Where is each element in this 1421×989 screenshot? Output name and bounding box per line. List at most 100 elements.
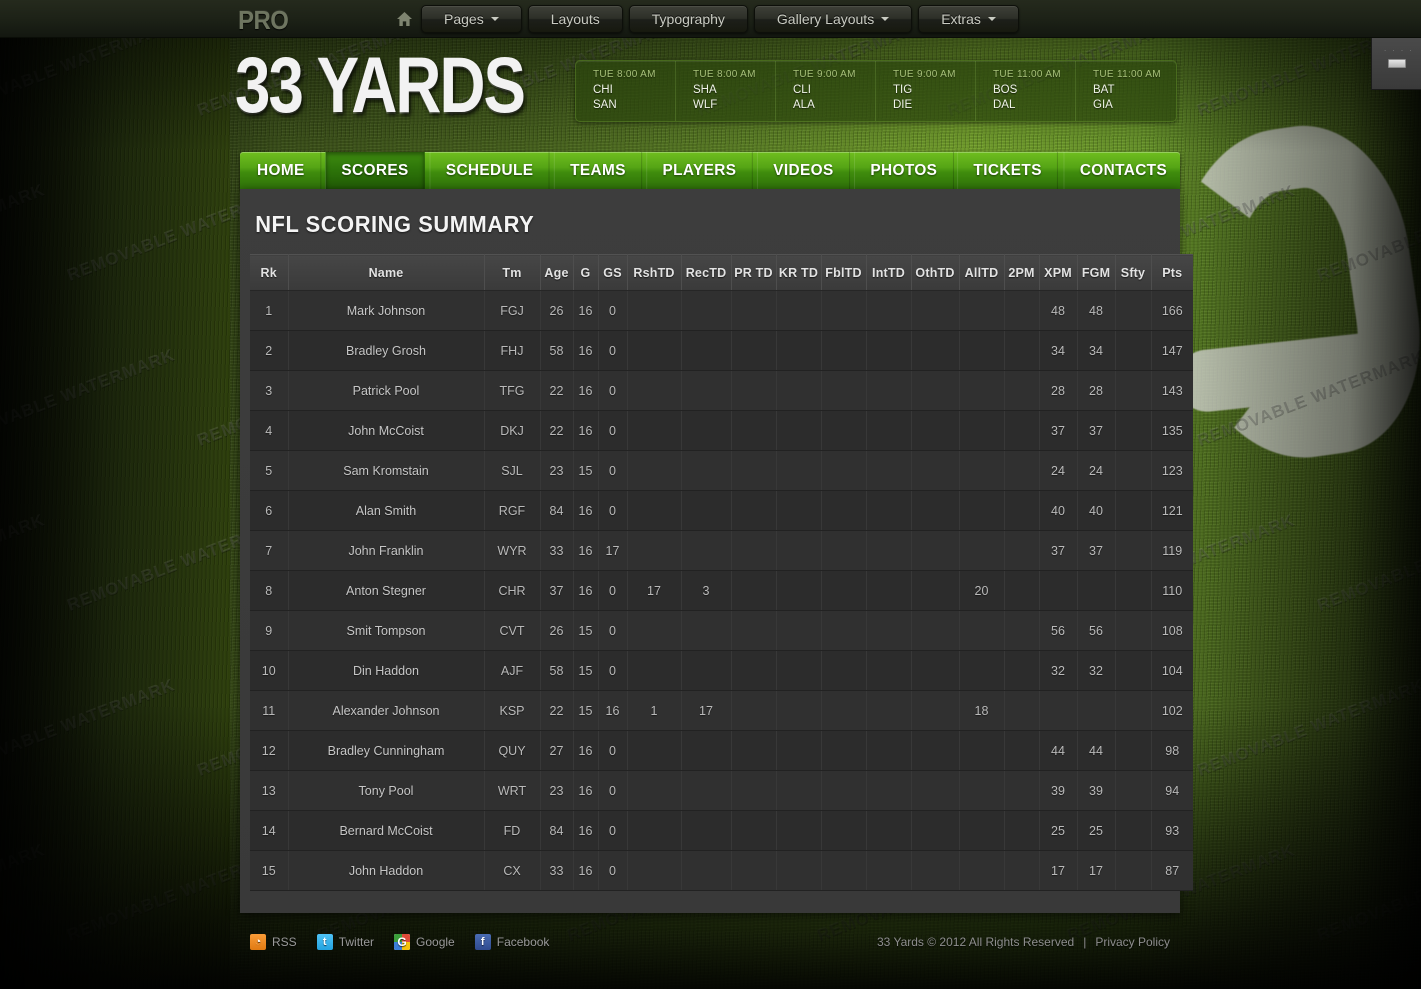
column-header-alltd[interactable]: AllTD [959,254,1005,291]
table-row[interactable]: 5 Sam Kromstain SJL 23 15 0 24 24 123 [250,450,1193,491]
scoring-summary-table: Rk Name Tm Age G GS RshTD RecTD PR TD KR TD FblTD I… [250,254,1193,891]
column-header-pts[interactable]: Pts [1151,254,1193,291]
topbar-button-extras[interactable]: Extras [918,5,1019,33]
cell-xpm: 48 [1039,290,1078,331]
column-header-pr-td[interactable]: PR TD [731,254,777,291]
nav-item-videos[interactable]: VIDEOS [756,152,850,189]
cell-othtd [911,730,960,771]
column-header-fbltd[interactable]: FblTD [821,254,867,291]
cell-pts: 94 [1151,770,1193,811]
cell-rshtd [627,810,682,851]
table-row[interactable]: 6 Alan Smith RGF 84 16 0 40 40 121 [250,490,1193,531]
table-row[interactable]: 2 Bradley Grosh FHJ 58 16 0 34 34 147 [250,330,1193,371]
ticker-game[interactable]: TUE 9:00 AM TIG DIE [876,61,976,121]
table-row[interactable]: 4 John McCoist DKJ 22 16 0 37 37 135 [250,410,1193,451]
column-header-rectd[interactable]: RecTD [681,254,732,291]
cell-inttd [866,410,912,451]
column-header-2pm[interactable]: 2PM [1004,254,1040,291]
column-header-age[interactable]: Age [540,254,574,291]
cell-rectd [681,770,732,811]
table-row[interactable]: 15 John Haddon CX 33 16 0 17 17 87 [250,850,1193,891]
column-header-g[interactable]: G [573,254,599,291]
table-row[interactable]: 12 Bradley Cunningham QUY 27 16 0 44 44 98 [250,730,1193,771]
table-row[interactable]: 7 John Franklin WYR 33 16 17 37 37 119 [250,530,1193,571]
cell-sfty [1115,850,1152,891]
cell-g: 15 [573,650,599,691]
table-row[interactable]: 9 Smit Tompson CVT 26 15 0 56 56 108 [250,610,1193,651]
column-header-tm[interactable]: Tm [484,254,541,291]
cell-gs: 0 [598,650,628,691]
table-row[interactable]: 8 Anton Stegner CHR 37 16 0 17 3 20 110 [250,570,1193,611]
ticker-game[interactable]: TUE 8:00 AM CHI SAN [576,61,676,121]
column-header-rshtd[interactable]: RshTD [627,254,682,291]
column-header-inttd[interactable]: IntTD [866,254,912,291]
column-header-sfty[interactable]: Sfty [1115,254,1152,291]
cell-pr-td [731,730,777,771]
cell-pr-td [731,570,777,611]
ticker-time: TUE 8:00 AM [593,69,656,80]
ticker-game[interactable]: TUE 11:00 AM BAT GIA [1076,61,1176,121]
social-link-rss[interactable]: ◔ RSS [250,934,297,950]
ticker-game[interactable]: TUE 9:00 AM CLI ALA [776,61,876,121]
cell-alltd [959,410,1005,451]
nav-item-photos[interactable]: PHOTOS [853,152,954,189]
nav-item-schedule[interactable]: SCHEDULE [429,152,550,189]
google-icon: G [394,934,411,950]
cell-fbltd [821,530,867,571]
nav-item-tickets[interactable]: TICKETS [957,152,1059,189]
column-header-name[interactable]: Name [288,254,485,291]
cell-pr-td [731,410,777,451]
social-link-facebook[interactable]: f Facebook [474,934,549,950]
cell-alltd [959,730,1005,771]
table-row[interactable]: 11 Alexander Johnson KSP 22 15 16 1 17 18 102 [250,690,1193,731]
topbar-button-gallery-layouts[interactable]: Gallery Layouts [753,5,913,33]
cell-tm: CHR [484,570,541,611]
topbar-button-pages[interactable]: Pages [421,5,522,33]
minimize-icon[interactable] [1387,59,1406,68]
ticker-game[interactable]: TUE 11:00 AM BOS DAL [976,61,1076,121]
column-header-gs[interactable]: GS [598,254,628,291]
cell-xpm: 32 [1039,650,1078,691]
cell-sfty [1115,370,1152,411]
cell-rectd [681,290,732,331]
column-header-othtd[interactable]: OthTD [911,254,960,291]
table-row[interactable]: 1 Mark Johnson FGJ 26 16 0 48 48 166 [250,290,1193,331]
home-icon[interactable] [392,7,416,31]
cell-pts: 135 [1151,410,1193,451]
column-header-rk[interactable]: Rk [250,254,289,291]
ticker-game[interactable]: TUE 8:00 AM SHA WLF [676,61,776,121]
cell-fbltd [821,690,867,731]
panel-collapse-tab[interactable]: . . . . [1371,38,1421,90]
table-row[interactable]: 3 Patrick Pool TFG 22 16 0 28 28 143 [250,370,1193,411]
cell-name: John Franklin [288,530,485,571]
social-link-twitter[interactable]: t Twitter [316,934,374,950]
page-root: REMOVABLE WATERMARKREMOVABLE WATERMARKRE… [0,0,1421,989]
privacy-policy-link[interactable]: Privacy Policy [1095,935,1170,949]
cell-sfty [1115,490,1152,531]
table-row[interactable]: 14 Bernard McCoist FD 84 16 0 25 25 93 [250,810,1193,851]
topbar-button-typography[interactable]: Typography [628,5,748,33]
nav-item-contacts[interactable]: CONTACTS [1063,152,1180,189]
table-row[interactable]: 10 Din Haddon AJF 58 15 0 32 32 104 [250,650,1193,691]
column-header-xpm[interactable]: XPM [1039,254,1078,291]
cell-kr-td [776,570,822,611]
nav-item-home[interactable]: HOME [242,152,321,189]
cell-name: Tony Pool [288,770,485,811]
column-header-kr-td[interactable]: KR TD [776,254,822,291]
cell-2pm [1004,330,1040,371]
cell-age: 37 [540,570,574,611]
topbar-button-layouts[interactable]: Layouts [527,5,623,33]
cell-pts: 123 [1151,450,1193,491]
ticker-home-team: ALA [793,98,815,111]
cell-pr-td [731,770,777,811]
cell-inttd [866,610,912,651]
site-logo[interactable]: 33 YARDS [235,46,526,125]
nav-item-teams[interactable]: TEAMS [553,152,642,189]
table-body: 1 Mark Johnson FGJ 26 16 0 48 48 166 2 Bradley Gro… [250,290,1193,891]
cell-othtd [911,810,960,851]
nav-item-scores[interactable]: SCORES [324,152,425,189]
column-header-fgm[interactable]: FGM [1077,254,1116,291]
table-row[interactable]: 13 Tony Pool WRT 23 16 0 39 39 94 [250,770,1193,811]
social-link-google[interactable]: G Google [394,934,455,950]
nav-item-players[interactable]: PLAYERS [646,152,753,189]
